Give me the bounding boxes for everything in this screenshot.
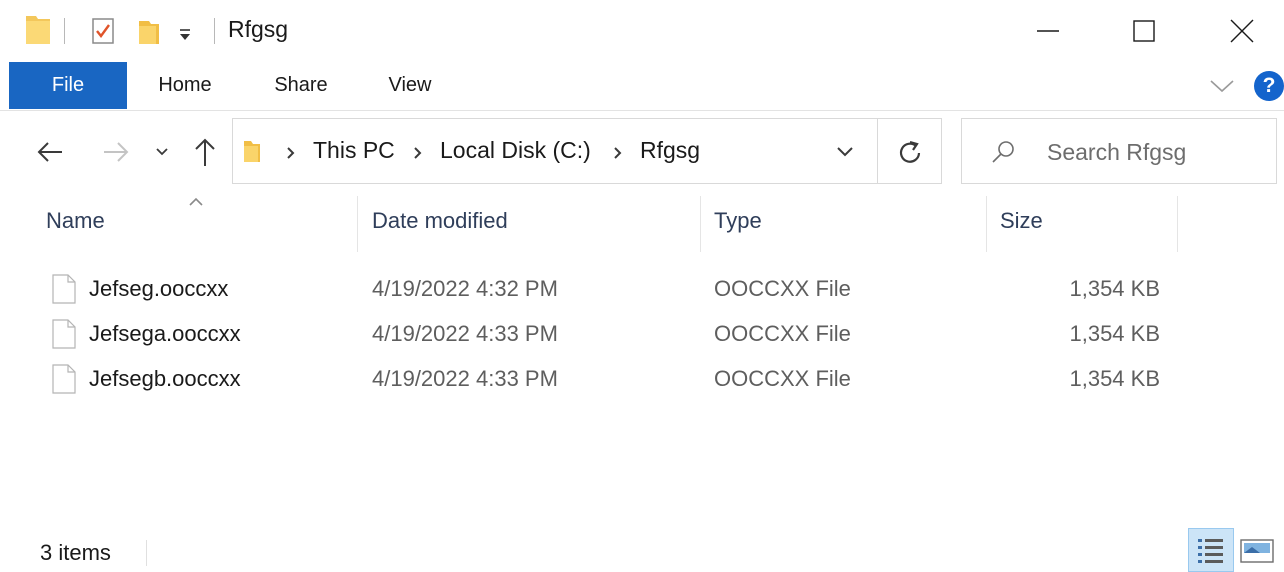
file-type: OOCCXX File [714,321,851,346]
breadcrumb-separator-icon [413,146,423,165]
tab-view[interactable]: View [375,62,445,109]
back-arrow-icon [37,142,62,162]
help-button[interactable]: ? [1254,71,1284,101]
file-type: OOCCXX File [714,276,851,301]
file-icon [52,274,76,309]
file-name: Jefsegb.ooccxx [89,366,241,391]
tab-share[interactable]: Share [262,62,340,109]
column-divider[interactable] [1177,196,1178,252]
column-header-size[interactable]: Size [1000,208,1043,234]
file-type: OOCCXX File [714,366,851,391]
folder-icon[interactable] [24,12,52,51]
new-folder-icon[interactable] [136,18,162,51]
column-header-name[interactable]: Name [46,208,105,234]
breadcrumb-separator-icon [613,146,623,165]
close-button[interactable] [1194,0,1284,62]
file-date-modified: 4/19/2022 4:32 PM [372,276,558,301]
breadcrumb-local-disk[interactable]: Local Disk (C:) [440,137,591,164]
details-view-icon[interactable] [1188,528,1234,572]
close-icon [1230,19,1254,43]
column-header-date-modified[interactable]: Date modified [372,208,508,234]
chevron-down-icon [156,148,168,156]
file-size: 1,354 KB [1069,321,1160,346]
search-icon [990,140,1016,169]
dropdown-arrow-icon[interactable] [176,28,194,47]
breadcrumb-rfgsg[interactable]: Rfgsg [640,137,700,164]
file-date-modified: 4/19/2022 4:33 PM [372,366,558,391]
tab-home[interactable]: Home [145,62,225,109]
refresh-icon [899,140,921,163]
column-divider[interactable] [700,196,701,252]
window-title: Rfgsg [228,16,289,42]
status-item-count: 3 items [40,540,111,565]
file-row[interactable]: Jefseg.ooccxx 4/19/2022 4:32 PM OOCCXX F… [40,268,1180,312]
large-icons-view-icon[interactable] [1240,538,1274,569]
forward-button[interactable] [96,136,136,168]
file-icon [52,364,76,399]
file-row[interactable]: Jefsegb.ooccxx 4/19/2022 4:33 PM OOCCXX … [40,358,1180,402]
file-date-modified: 4/19/2022 4:33 PM [372,321,558,346]
file-row[interactable]: Jefsega.ooccxx 4/19/2022 4:33 PM OOCCXX … [40,313,1180,357]
expand-ribbon-chevron-icon[interactable] [1208,75,1236,102]
up-arrow-icon [195,138,215,166]
location-folder-icon [242,138,262,169]
file-size: 1,354 KB [1069,366,1160,391]
breadcrumb-this-pc[interactable]: This PC [313,137,395,164]
recent-locations-button[interactable] [150,140,174,164]
chevron-down-icon [837,147,853,157]
ribbon-tabs: File Home Share View [0,62,1284,111]
refresh-button[interactable] [880,122,940,182]
file-name: Jefsega.ooccxx [89,321,241,346]
column-divider[interactable] [357,196,358,252]
maximize-icon [1133,20,1155,42]
address-history-button[interactable] [830,140,860,164]
minimize-button[interactable] [1000,0,1096,62]
sort-ascending-icon [188,194,204,212]
file-size: 1,354 KB [1069,276,1160,301]
column-divider[interactable] [986,196,987,252]
minimize-icon [1037,30,1059,32]
search-input[interactable]: Search Rfgsg [1047,139,1186,166]
file-name: Jefseg.ooccxx [89,276,229,301]
maximize-button[interactable] [1096,0,1192,62]
up-button[interactable] [188,134,222,170]
properties-checkmark-icon[interactable] [90,16,116,51]
breadcrumb-separator-icon [286,146,296,165]
title-bar: Rfgsg [0,0,1284,62]
file-explorer-window: Rfgsg File Home Share View ? This PC Loc… [0,0,1284,572]
quick-access-separator [64,18,65,44]
file-icon [52,319,76,354]
forward-arrow-icon [104,142,129,162]
tab-file[interactable]: File [9,62,127,109]
title-separator [214,18,215,44]
back-button[interactable] [30,136,70,168]
column-header-type[interactable]: Type [714,208,762,234]
address-divider [877,119,878,183]
status-separator [146,540,147,566]
